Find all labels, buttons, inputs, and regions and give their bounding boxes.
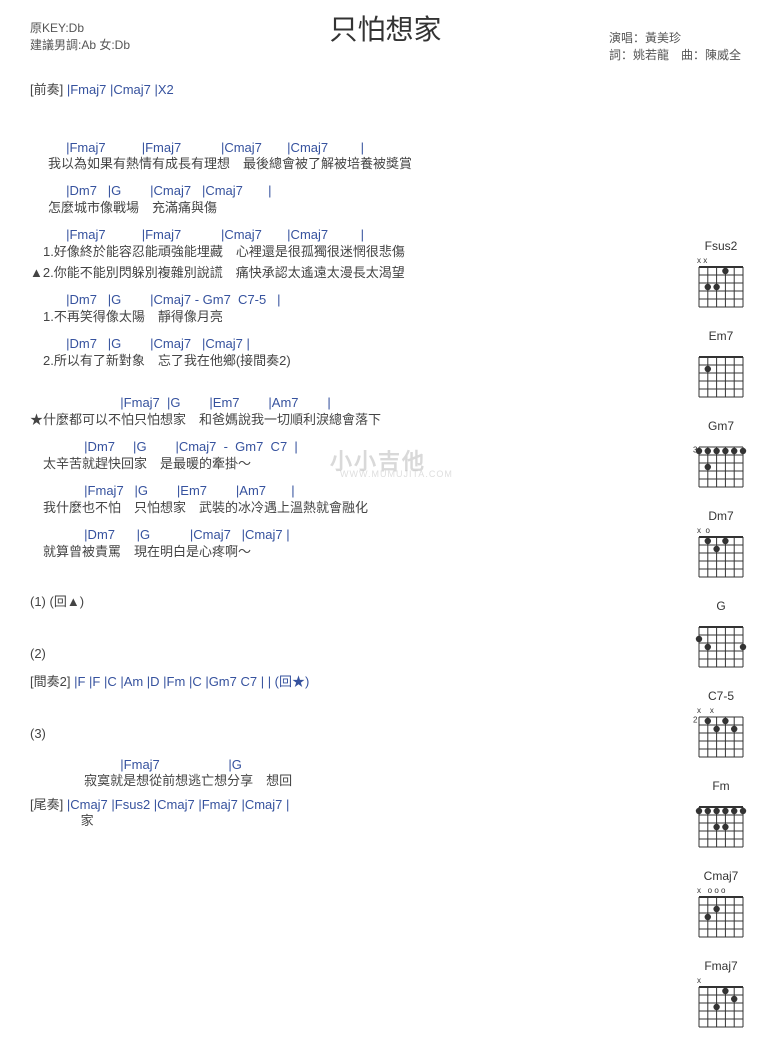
chord-diagram-label: Cmaj7 (681, 869, 761, 883)
lyric-row: ★什麼都可以不怕只怕想家 和爸媽說我一切順利淚總會落下 (30, 412, 650, 429)
lyric-row: 寂寞就是想從前想逃亡想分享 想回 (30, 773, 650, 790)
chord-diagram-cmaj7: Cmaj7 x o o o (681, 869, 761, 945)
outro-label: [尾奏] (30, 797, 63, 812)
chord-diagram-fmaj7: Fmaj7 x (681, 959, 761, 1035)
chord-diagram-fsus2: Fsus2 x x (681, 239, 761, 315)
lyric-row: 2.所以有了新對象 忘了我在他鄉(接間奏2) (30, 353, 650, 370)
credits-label: 詞：姚若龍 曲：陳威全 (609, 47, 741, 64)
lyric-row: ▲2.你能不能別閃躲別複雜別說謊 痛快承認太遙遠太漫長太渴望 (30, 265, 650, 282)
svg-text:x x: x x (697, 256, 707, 265)
chord-diagram-label: Fm (681, 779, 761, 793)
suggested-key-label: 建議男調:Ab 女:Db (30, 37, 130, 54)
chord-row: |Fmaj7 |G |Em7 |Am7 | (30, 483, 650, 500)
interlude2-chords: |F |F |C |Am |D |Fm |C |Gm7 C7 | | (回★) (70, 674, 309, 689)
line-1: |Fmaj7 |Fmaj7 |Cmaj7 |Cmaj7 | 我以為如果有熱情有成… (30, 140, 650, 174)
svg-text:x o: x o (697, 526, 710, 535)
chord-diagram-dm7: Dm7 x o (681, 509, 761, 585)
interlude2-label: [間奏2] (30, 674, 70, 689)
lyric-row: 1.不再笑得像太陽 靜得像月亮 (30, 309, 650, 326)
chord-diagram-label: C7-5 (681, 689, 761, 703)
lyric-row: 怎麼城市像戰場 充滿痛與傷 (30, 200, 650, 217)
outro-row: [尾奏] |Cmaj7 |Fsus2 |Cmaj7 |Fmaj7 |Cmaj7 … (30, 794, 650, 830)
chord-row: |Dm7 |G |Cmaj7 |Cmaj7 | (30, 527, 650, 544)
svg-text:x: x (697, 976, 701, 985)
chord-row: |Fmaj7 |G |Em7 |Am7 | (30, 395, 650, 412)
intro-row: [前奏] |Fmaj7 |Cmaj7 |X2 (30, 79, 650, 98)
repeat-3: (3) (30, 726, 650, 741)
chord-diagram-label: Fmaj7 (681, 959, 761, 973)
line-7: |Fmaj7 |G |Em7 |Am7 | ★什麼都可以不怕只怕想家 和爸媽說我… (30, 395, 650, 429)
svg-text:x x: x x (697, 706, 714, 715)
chord-diagram-sidebar: Fsus2x xEm7Gm73Dm7x oGC7-52x xFmCmaj7x o… (681, 239, 761, 1049)
interlude2-row: [間奏2] |F |F |C |Am |D |Fm |C |Gm7 C7 | |… (30, 671, 650, 690)
line-10: |Dm7 |G |Cmaj7 |Cmaj7 | 就算曾被責罵 現在明白是心疼啊～ (30, 527, 650, 561)
chord-diagram-fm: Fm (681, 779, 761, 855)
chord-row: |Fmaj7 |Fmaj7 |Cmaj7 |Cmaj7 | (30, 140, 650, 157)
repeat-1: (1) (回▲) (30, 591, 650, 610)
chord-diagram-label: Fsus2 (681, 239, 761, 253)
lyric-row: 就算曾被責罵 現在明白是心疼啊～ (30, 544, 650, 561)
chord-row: |Fmaj7 |G (30, 757, 650, 774)
line-3: |Fmaj7 |Fmaj7 |Cmaj7 |Cmaj7 | 1.好像終於能容忍能… (30, 227, 650, 261)
repeat-2: (2) (30, 646, 650, 661)
chord-row: |Fmaj7 |Fmaj7 |Cmaj7 |Cmaj7 | (30, 227, 650, 244)
singer-label: 演唱：黃美珍 (609, 30, 741, 47)
original-key-label: 原KEY:Db (30, 20, 130, 37)
outro-tail-lyric: 家 (30, 813, 650, 830)
chord-diagram-label: Em7 (681, 329, 761, 343)
line-5: |Dm7 |G |Cmaj7 - Gm7 C7-5 | 1.不再笑得像太陽 靜得… (30, 292, 650, 326)
lyric-row: 1.好像終於能容忍能頑強能埋藏 心裡還是很孤獨很迷惘很悲傷 (30, 244, 650, 261)
chord-row: |Dm7 |G |Cmaj7 - Gm7 C7 | (30, 439, 650, 456)
chord-diagram-g: G (681, 599, 761, 675)
line-9: |Fmaj7 |G |Em7 |Am7 | 我什麼也不怕 只怕想家 武裝的冰冷遇… (30, 483, 650, 517)
chord-diagram-gm7: Gm73 (681, 419, 761, 495)
chord-row: |Dm7 |G |Cmaj7 |Cmaj7 | (30, 183, 650, 200)
lyric-row: 太辛苦就趕快回家 是最暖的牽掛～ (30, 456, 650, 473)
chord-diagram-label: Dm7 (681, 509, 761, 523)
outro-chords: |Cmaj7 |Fsus2 |Cmaj7 |Fmaj7 |Cmaj7 | (63, 797, 289, 812)
svg-text:x o o o: x o o o (697, 886, 726, 895)
chord-diagram-c7-5: C7-5 2x x (681, 689, 761, 765)
line-6: |Dm7 |G |Cmaj7 |Cmaj7 | 2.所以有了新對象 忘了我在他鄉… (30, 336, 650, 370)
line-2: |Dm7 |G |Cmaj7 |Cmaj7 | 怎麼城市像戰場 充滿痛與傷 (30, 183, 650, 217)
chord-diagram-label: G (681, 599, 761, 613)
chord-row: |Dm7 |G |Cmaj7 - Gm7 C7-5 | (30, 292, 650, 309)
svg-text:2: 2 (693, 715, 698, 724)
chord-diagram-em7: Em7 (681, 329, 761, 405)
lyric-row: 我以為如果有熱情有成長有理想 最後總會被了解被培養被獎賞 (30, 156, 650, 173)
chord-row: |Dm7 |G |Cmaj7 |Cmaj7 | (30, 336, 650, 353)
line-4: ▲2.你能不能別閃躲別複雜別說謊 痛快承認太遙遠太漫長太渴望 (30, 265, 650, 282)
lyric-row: 我什麼也不怕 只怕想家 武裝的冰冷遇上溫熱就會融化 (30, 500, 650, 517)
line-8: |Dm7 |G |Cmaj7 - Gm7 C7 | 太辛苦就趕快回家 是最暖的牽… (30, 439, 650, 473)
outro-line-1: |Fmaj7 |G 寂寞就是想從前想逃亡想分享 想回 (30, 757, 650, 791)
song-title: 只怕想家 (329, 8, 441, 48)
intro-label: [前奏] (30, 82, 63, 97)
intro-chords: |Fmaj7 |Cmaj7 |X2 (63, 82, 174, 97)
chord-diagram-label: Gm7 (681, 419, 761, 433)
